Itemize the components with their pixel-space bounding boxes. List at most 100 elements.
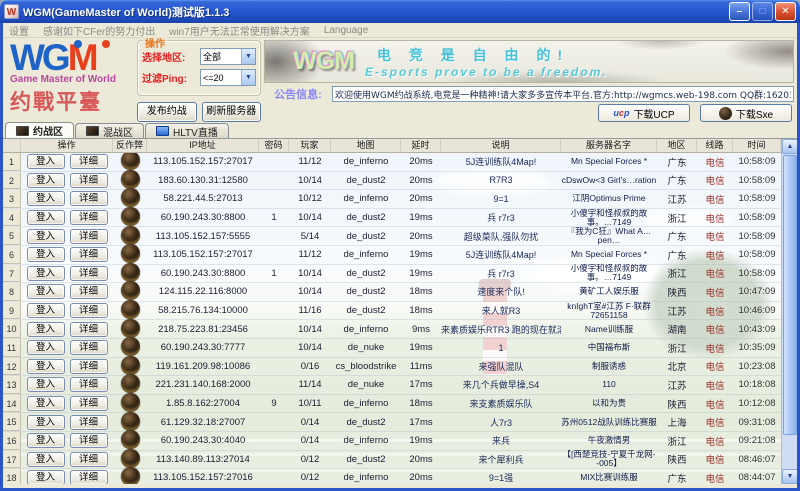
cell-line: 电信: [697, 285, 733, 299]
header-line[interactable]: 线路: [697, 139, 733, 152]
detail-button[interactable]: 详细: [70, 247, 108, 262]
cell-region: 浙江: [657, 211, 697, 225]
row-number[interactable]: 6: [3, 246, 21, 264]
download-sxe-button[interactable]: 下载Sxe: [700, 104, 792, 122]
ping-select[interactable]: <=20 ▼: [200, 69, 256, 86]
login-button[interactable]: 登入: [27, 415, 65, 430]
detail-button[interactable]: 详细: [70, 433, 108, 448]
detail-button[interactable]: 详细: [70, 322, 108, 337]
detail-button[interactable]: 详细: [70, 154, 108, 169]
scroll-up-icon[interactable]: ▲: [782, 139, 797, 154]
login-button[interactable]: 登入: [27, 377, 65, 392]
detail-button[interactable]: 详细: [70, 266, 108, 281]
row-number[interactable]: 13: [3, 376, 21, 394]
detail-button[interactable]: 详细: [70, 415, 108, 430]
row-number[interactable]: 5: [3, 227, 21, 245]
row-number[interactable]: 11: [3, 339, 21, 357]
detail-button[interactable]: 详细: [70, 210, 108, 225]
detail-button[interactable]: 详细: [70, 191, 108, 206]
header-server-name[interactable]: 服务器名字: [561, 139, 657, 152]
detail-button[interactable]: 详细: [70, 452, 108, 467]
anticheat-icon: [121, 467, 140, 484]
cell-ip: 119.161.209.98:10086: [147, 361, 259, 372]
row-number[interactable]: 1: [3, 153, 21, 171]
download-ucp-button[interactable]: ucp 下载UCP: [598, 104, 690, 122]
login-button[interactable]: 登入: [27, 433, 65, 448]
scrollbar-thumb[interactable]: [783, 155, 797, 435]
login-button[interactable]: 登入: [27, 210, 65, 225]
menu-language[interactable]: Language: [324, 25, 369, 36]
row-number[interactable]: 8: [3, 283, 21, 301]
login-button[interactable]: 登入: [27, 284, 65, 299]
maximize-button[interactable]: □: [752, 2, 773, 21]
avatar-icon: [16, 126, 29, 136]
chevron-down-icon[interactable]: ▼: [241, 49, 255, 64]
detail-button[interactable]: 详细: [70, 377, 108, 392]
detail-button[interactable]: 详细: [70, 396, 108, 411]
menu-thanks[interactable]: 感谢如下CFer的努力付出: [43, 23, 155, 38]
vertical-scrollbar[interactable]: ▲ ▼: [781, 139, 797, 484]
row-number[interactable]: 16: [3, 432, 21, 450]
row-number[interactable]: 12: [3, 358, 21, 376]
header-ping[interactable]: 延时: [401, 139, 441, 152]
refresh-servers-button[interactable]: 刷新服务器: [202, 102, 262, 122]
header-time[interactable]: 时间: [733, 139, 781, 152]
minimize-button[interactable]: –: [729, 2, 750, 21]
header-players[interactable]: 玩家: [289, 139, 331, 152]
row-number[interactable]: 9: [3, 302, 21, 320]
scroll-down-icon[interactable]: ▼: [782, 469, 797, 484]
tab-melee-zone[interactable]: 混战区: [75, 123, 144, 138]
row-number[interactable]: 15: [3, 413, 21, 431]
cell-map: de_inferno: [331, 398, 401, 409]
cell-description: 来人就R3: [441, 304, 561, 317]
login-button[interactable]: 登入: [27, 452, 65, 467]
login-button[interactable]: 登入: [27, 359, 65, 374]
region-select[interactable]: 全部 ▼: [200, 48, 256, 65]
detail-button[interactable]: 详细: [70, 359, 108, 374]
cell-region: 陕西: [657, 397, 697, 411]
login-button[interactable]: 登入: [27, 191, 65, 206]
header-map[interactable]: 地图: [331, 139, 401, 152]
detail-button[interactable]: 详细: [70, 470, 108, 484]
header-anticheat[interactable]: 反作弊: [113, 139, 147, 152]
login-button[interactable]: 登入: [27, 303, 65, 318]
login-button[interactable]: 登入: [27, 470, 65, 484]
login-button[interactable]: 登入: [27, 396, 65, 411]
login-button[interactable]: 登入: [27, 322, 65, 337]
row-number[interactable]: 4: [3, 209, 21, 227]
row-number[interactable]: 10: [3, 320, 21, 338]
login-button[interactable]: 登入: [27, 173, 65, 188]
detail-button[interactable]: 详细: [70, 229, 108, 244]
detail-button[interactable]: 详细: [70, 284, 108, 299]
publish-match-button[interactable]: 发布约战: [137, 102, 197, 122]
row-number[interactable]: 2: [3, 172, 21, 190]
header-region[interactable]: 地区: [657, 139, 697, 152]
row-number[interactable]: 7: [3, 265, 21, 283]
row-number[interactable]: 3: [3, 190, 21, 208]
header-password[interactable]: 密码: [259, 139, 289, 152]
login-button[interactable]: 登入: [27, 154, 65, 169]
login-button[interactable]: 登入: [27, 340, 65, 355]
detail-button[interactable]: 详细: [70, 173, 108, 188]
header-operation[interactable]: 操作: [21, 139, 113, 152]
header-description[interactable]: 说明: [441, 139, 561, 152]
login-button[interactable]: 登入: [27, 266, 65, 281]
detail-button[interactable]: 详细: [70, 303, 108, 318]
header-ip[interactable]: IP地址: [147, 139, 259, 152]
menu-win7-help[interactable]: win7用户无法正常使用解决方案: [169, 23, 310, 38]
row-number[interactable]: 14: [3, 395, 21, 413]
menu-settings[interactable]: 设置: [9, 23, 29, 38]
detail-button[interactable]: 详细: [70, 340, 108, 355]
row-actions: 登入 详细: [21, 284, 113, 299]
tab-match-zone[interactable]: 约战区: [5, 122, 74, 138]
announcement-input[interactable]: [332, 86, 794, 102]
tab-hltv-live[interactable]: HLTV直播: [145, 123, 229, 138]
login-button[interactable]: 登入: [27, 247, 65, 262]
row-number[interactable]: 17: [3, 451, 21, 469]
chevron-down-icon[interactable]: ▼: [241, 70, 255, 85]
close-button[interactable]: ✕: [775, 2, 796, 21]
row-number[interactable]: 18: [3, 469, 21, 484]
tab-label: 约战区: [33, 123, 63, 138]
cell-ip: 113.140.89.113:27014: [147, 454, 259, 465]
login-button[interactable]: 登入: [27, 229, 65, 244]
